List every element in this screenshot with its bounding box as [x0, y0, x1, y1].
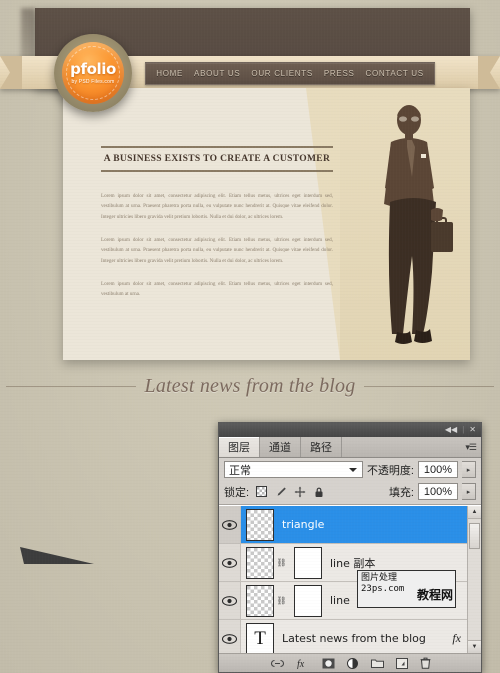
all-lock-icon[interactable] [312, 485, 325, 498]
site-page-body: A BUSINESS EXISTS TO CREATE A CUSTOMER L… [63, 88, 470, 360]
body-paragraph-2: Lorem ipsum dolor sit amet, consectetur … [101, 237, 333, 264]
layers-panel[interactable]: ◀◀ | ✕ 图层 通道 路径 ▾☰ 正常 不透明度: 100% ▸ 锁定: 填… [218, 422, 482, 673]
fill-group: 填充: 100% ▸ [389, 483, 476, 500]
svg-text:fx: fx [297, 659, 305, 669]
eye-icon[interactable] [219, 506, 241, 543]
link-mask-icon[interactable]: ⛓ [276, 596, 287, 605]
panel-bottom-toolbar: fx [219, 653, 481, 672]
close-icon[interactable]: ✕ [469, 426, 476, 434]
latest-news-section: Latest news from the blog [0, 368, 500, 404]
layer-name: line 副本 [330, 556, 376, 570]
link-mask-icon[interactable]: ⛓ [276, 558, 287, 567]
scrollbar-thumb[interactable] [469, 523, 480, 549]
delete-icon[interactable] [420, 657, 431, 669]
chevron-down-icon [348, 467, 357, 472]
news-rule-right [364, 385, 495, 387]
layer-name: triangle [282, 518, 325, 531]
layer-mask-thumbnail[interactable] [294, 584, 322, 617]
layer-thumbnail[interactable] [246, 546, 274, 579]
fx-icon[interactable]: fx [452, 631, 465, 646]
ribbon-tail-left [0, 56, 22, 89]
website-mockup: HOME ABOUT US OUR CLIENTS PRESS CONTACT … [0, 8, 500, 360]
fill-spinner[interactable]: ▸ [462, 483, 476, 500]
fill-label: 填充: [388, 486, 414, 499]
layer-thumbnail[interactable] [246, 584, 274, 617]
opacity-input[interactable]: 100% [418, 461, 458, 478]
mask-icon[interactable] [322, 658, 335, 669]
move-lock-icon[interactable] [293, 485, 306, 498]
opacity-spinner[interactable]: ▸ [462, 461, 476, 478]
layer-name: Latest news from the blog [282, 632, 426, 645]
watermark-overlay: 教程网 [416, 588, 453, 602]
panel-menu-icon[interactable]: ▾☰ [465, 437, 481, 457]
tab-channels[interactable]: 通道 [260, 437, 301, 457]
blend-opacity-row: 正常 不透明度: 100% ▸ [219, 458, 481, 481]
nav-item-press[interactable]: PRESS [324, 69, 355, 78]
layer-list-scrollbar[interactable]: ▲ ▼ [467, 506, 481, 653]
text-layer-thumbnail[interactable]: T [246, 622, 274, 653]
triangle-shape [18, 545, 96, 572]
logo-wordmark: pfolio [70, 59, 116, 78]
site-nav: HOME ABOUT US OUR CLIENTS PRESS CONTACT … [145, 62, 435, 85]
layer-thumbnail[interactable] [246, 508, 274, 541]
folder-icon[interactable] [370, 658, 384, 668]
lock-label: 锁定: [224, 486, 250, 499]
news-heading: Latest news from the blog [144, 374, 356, 397]
eye-icon[interactable] [219, 582, 241, 619]
titlebar-separator: | [462, 425, 465, 434]
tab-layers[interactable]: 图层 [219, 437, 260, 457]
eye-icon[interactable] [219, 544, 241, 581]
lock-row: 锁定: 填充: 100% ▸ [219, 481, 481, 505]
layer-row-text[interactable]: T Latest news from the blog fx [219, 620, 481, 653]
eye-icon[interactable] [219, 620, 241, 653]
site-logo[interactable]: pfolio by PSD Files.com [54, 34, 132, 112]
nav-item-contact-us[interactable]: CONTACT US [366, 69, 424, 78]
adjustment-icon[interactable] [346, 657, 359, 669]
ribbon-tail-right [478, 56, 500, 89]
tab-paths[interactable]: 路径 [301, 437, 342, 457]
businessman-illustration [361, 102, 456, 351]
layer-mask-thumbnail[interactable] [294, 546, 322, 579]
body-paragraph-1: Lorem ipsum dolor sit amet, consectetur … [101, 193, 333, 220]
fx-icon[interactable]: fx [297, 658, 310, 669]
new-layer-icon[interactable] [395, 657, 408, 669]
nav-item-our-clients[interactable]: OUR CLIENTS [251, 69, 313, 78]
news-rule-left [5, 385, 136, 387]
brush-lock-icon[interactable] [274, 485, 287, 498]
nav-item-about-us[interactable]: ABOUT US [194, 69, 240, 78]
panel-titlebar: ◀◀ | ✕ [219, 423, 481, 437]
blend-mode-select[interactable]: 正常 [224, 461, 363, 478]
watermark-line-1: 图片处理 [361, 573, 398, 583]
body-paragraph-3: Lorem ipsum dolor sit amet, consectetur … [101, 281, 333, 298]
logo-badge: pfolio by PSD Files.com [62, 42, 124, 104]
page-headline: A BUSINESS EXISTS TO CREATE A CUSTOMER [101, 146, 333, 172]
nav-item-home[interactable]: HOME [156, 69, 183, 78]
panel-tabs: 图层 通道 路径 ▾☰ [219, 437, 481, 458]
opacity-label: 不透明度: [366, 464, 414, 477]
watermark: 图片处理 23ps.com 教程网 [357, 570, 456, 608]
transparency-lock-icon[interactable] [255, 485, 268, 498]
collapse-icon[interactable]: ◀◀ [445, 426, 457, 434]
logo-subtitle: by PSD Files.com [71, 78, 115, 85]
link-icon[interactable] [270, 659, 285, 668]
blend-mode-value: 正常 [229, 464, 251, 477]
photoshop-canvas: HOME ABOUT US OUR CLIENTS PRESS CONTACT … [0, 0, 500, 673]
layer-row-triangle[interactable]: triangle [219, 506, 481, 544]
fill-input[interactable]: 100% [418, 483, 458, 500]
scroll-down-button[interactable]: ▼ [467, 640, 481, 653]
layer-name: line [330, 594, 350, 607]
scroll-up-button[interactable]: ▲ [467, 506, 481, 519]
